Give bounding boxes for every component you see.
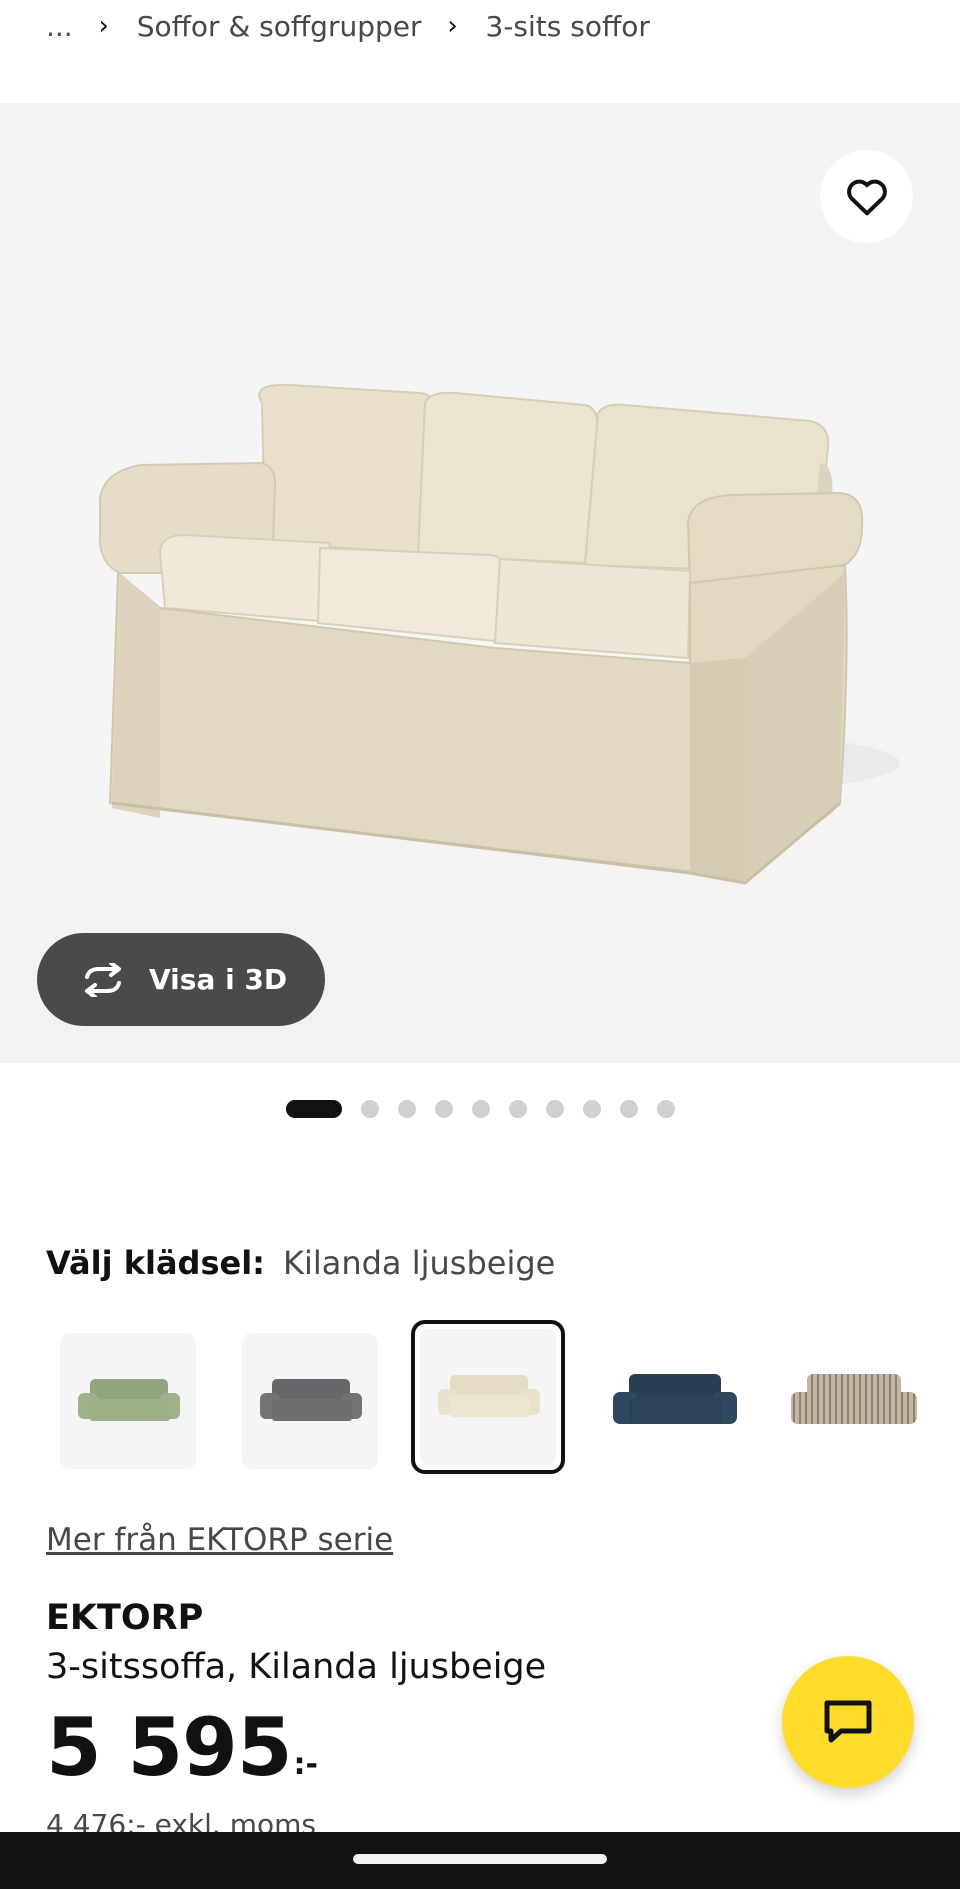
fabric-swatch-striped-beige[interactable] [786, 1333, 922, 1469]
breadcrumb-ellipsis[interactable]: ... [46, 10, 73, 43]
product-image [98, 383, 900, 885]
fabric-value: Kilanda ljusbeige [282, 1244, 556, 1282]
carousel-indicators [0, 1098, 960, 1120]
breadcrumb-item-sofas[interactable]: Soffor & soffgrupper [137, 10, 422, 43]
home-gesture-handle[interactable] [353, 1854, 607, 1864]
breadcrumb: ... › Soffor & soffgrupper › 3-sits soff… [46, 4, 650, 48]
favorite-button[interactable] [820, 150, 913, 243]
fabric-swatch-dark-blue[interactable] [606, 1333, 742, 1469]
view-in-3d-label: Visa i 3D [149, 963, 288, 996]
sofa-thumbnail [791, 1374, 917, 1424]
fabric-swatch-light-beige[interactable] [411, 1320, 565, 1474]
view-in-3d-button[interactable]: Visa i 3D [37, 933, 325, 1026]
carousel-dot[interactable] [397, 1100, 416, 1118]
carousel-dot[interactable] [582, 1100, 601, 1118]
fabric-swatch-green[interactable] [60, 1333, 196, 1469]
carousel-dot[interactable] [434, 1100, 453, 1118]
chat-bubble-icon [824, 1700, 872, 1743]
product-image-gallery[interactable]: Visa i 3D [0, 103, 960, 1063]
chevron-right-icon: › [98, 11, 109, 41]
product-name: EKTORP [46, 1598, 204, 1638]
price: 5 595 :- [46, 1708, 318, 1788]
carousel-dot[interactable] [656, 1100, 675, 1118]
carousel-dot[interactable] [360, 1100, 379, 1118]
product-description: 3-sitssoffa, Kilanda ljusbeige [46, 1647, 547, 1687]
carousel-dot[interactable] [619, 1100, 638, 1118]
price-suffix: :- [293, 1747, 318, 1782]
system-navigation-bar [0, 1832, 960, 1889]
chevron-right-icon: › [447, 11, 458, 41]
sofa-thumbnail [260, 1379, 362, 1421]
sofa-thumbnail [78, 1379, 180, 1421]
sofa-thumbnail [438, 1375, 540, 1417]
rotate-3d-icon [85, 962, 121, 997]
fabric-swatch-grey[interactable] [242, 1333, 378, 1469]
fabric-swatch-list [60, 1320, 960, 1474]
carousel-dot[interactable] [545, 1100, 564, 1118]
fabric-swatch-selected-inner [420, 1329, 556, 1465]
series-link[interactable]: Mer från EKTORP serie [46, 1522, 393, 1558]
price-integer: 5 595 [46, 1701, 293, 1794]
chat-button[interactable] [782, 1656, 914, 1788]
sofa-thumbnail [613, 1374, 737, 1424]
fabric-selector-header: Välj klädsel: Kilanda ljusbeige [46, 1244, 555, 1282]
carousel-dot[interactable] [471, 1100, 490, 1118]
carousel-dot-active[interactable] [285, 1100, 342, 1118]
breadcrumb-item-3-seat-sofas[interactable]: 3-sits soffor [486, 10, 650, 43]
heart-outline-icon [846, 179, 887, 215]
fabric-label: Välj klädsel: [46, 1244, 265, 1282]
carousel-dot[interactable] [508, 1100, 527, 1118]
